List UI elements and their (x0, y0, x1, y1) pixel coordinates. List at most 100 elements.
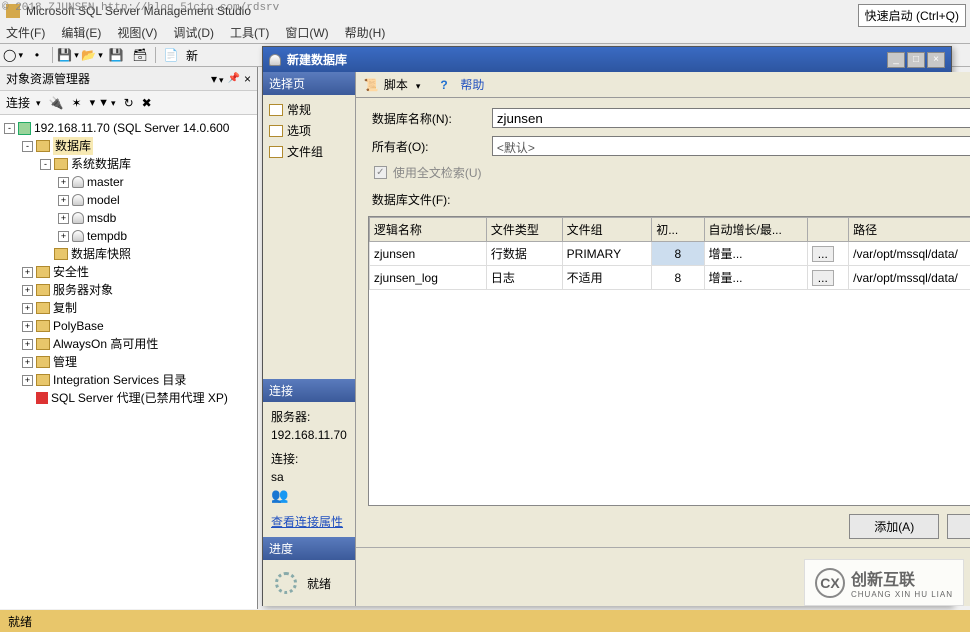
grid-cell[interactable]: 增量... (704, 242, 807, 266)
grid-header-cell[interactable]: 初... (652, 218, 704, 242)
close-button[interactable]: × (927, 52, 945, 68)
page-options[interactable]: 选项 (269, 120, 349, 141)
grid-header-cell[interactable]: 路径 (849, 218, 970, 242)
menu-file[interactable]: 文件(F) (6, 24, 45, 41)
page-list: 常规 选项 文件组 (263, 95, 355, 166)
folder-icon (36, 320, 50, 332)
minimize-button[interactable]: _ (887, 52, 905, 68)
folder-icon (36, 356, 50, 368)
tree-db-model[interactable]: +model (2, 191, 255, 209)
script-icon: 📜 (364, 78, 378, 92)
ellipsis-button[interactable]: ... (812, 270, 834, 286)
statusbar: 就绪 (0, 610, 970, 632)
tree-server[interactable]: -192.168.11.70 (SQL Server 14.0.600 (2, 119, 255, 137)
menu-edit[interactable]: 编辑(E) (61, 24, 101, 41)
grid-cell[interactable]: zjunsen_log (369, 266, 486, 290)
grid-header-cell[interactable]: 逻辑名称 (369, 218, 486, 242)
grid-cell[interactable]: 不适用 (562, 266, 652, 290)
menu-debug[interactable]: 调试(D) (173, 24, 214, 41)
add-button[interactable]: 添加(A) (849, 514, 939, 539)
table-row[interactable]: zjunsen行数据PRIMARY8增量...... /var/opt/mssql… (369, 242, 970, 266)
panel-menu-icon[interactable]: ▾ (211, 72, 224, 86)
grid-header-cell[interactable]: 文件类型 (486, 218, 562, 242)
menu-help[interactable]: 帮助(H) (345, 24, 386, 41)
grid-cell[interactable]: 8 (652, 266, 704, 290)
connect-label[interactable]: 连接 (6, 94, 30, 111)
disconnect-icon[interactable]: ✶ (72, 96, 82, 110)
save-all2-icon[interactable]: 🗃 (131, 46, 149, 64)
nav-back-icon[interactable]: ◯ (4, 46, 22, 64)
open-icon[interactable]: 📂 (83, 46, 101, 64)
tree-security[interactable]: +安全性 (2, 263, 255, 281)
object-explorer-tree[interactable]: -192.168.11.70 (SQL Server 14.0.600 -数据库… (0, 115, 257, 609)
tree-snapshots[interactable]: 数据库快照 (2, 245, 255, 263)
connect-dropdown-icon[interactable] (34, 97, 41, 109)
tree-db-msdb[interactable]: +msdb (2, 209, 255, 227)
object-explorer-toolbar: 连接 🔌 ✶ ▾ ▼ ↻ ✖ (0, 91, 257, 115)
db-files-grid[interactable]: 逻辑名称文件类型文件组初...自动增长/最... 路径 zjunsen行数据PRI… (368, 216, 970, 506)
tree-replication[interactable]: +复制 (2, 299, 255, 317)
tree-polybase[interactable]: +PolyBase (2, 317, 255, 335)
grid-cell[interactable]: /var/opt/mssql/data/ (849, 266, 970, 290)
menu-view[interactable]: 视图(V) (117, 24, 157, 41)
doc-icon[interactable]: 📄 (162, 46, 180, 64)
stop-icon[interactable]: ✖ (142, 96, 152, 110)
menu-tools[interactable]: 工具(T) (230, 24, 269, 41)
page-filegroups[interactable]: 文件组 (269, 141, 349, 162)
separator (155, 47, 156, 63)
menu-window[interactable]: 窗口(W) (285, 24, 328, 41)
dialog-right-panel: 📜 脚本 ? 帮助 数据库名称(N): 所有者(O): <默认> ... (356, 72, 970, 606)
ellipsis-button[interactable]: ... (812, 246, 834, 262)
remove-button[interactable]: 删除(R) (947, 514, 970, 539)
tree-databases[interactable]: -数据库 (2, 137, 255, 155)
close-icon[interactable]: × (244, 72, 251, 86)
table-row[interactable]: zjunsen_log日志不适用8增量...... /var/opt/mssql/… (369, 266, 970, 290)
grid-cell[interactable]: ... (807, 242, 848, 266)
grid-cell[interactable]: PRIMARY (562, 242, 652, 266)
folder-icon (54, 248, 68, 260)
tree-management[interactable]: +管理 (2, 353, 255, 371)
quickstart-box[interactable]: 快速启动 (Ctrl+Q) (858, 4, 966, 27)
object-explorer-panel: 对象资源管理器 ▾ 📌 × 连接 🔌 ✶ ▾ ▼ ↻ ✖ -192.168.11… (0, 67, 258, 609)
grid-cell[interactable]: /var/opt/mssql/data/ (849, 242, 970, 266)
tree-server-objects[interactable]: +服务器对象 (2, 281, 255, 299)
filter-icon[interactable]: ▾ ▼ (90, 96, 116, 109)
grid-cell[interactable]: 日志 (486, 266, 562, 290)
grid-header-cell[interactable]: 自动增长/最... (704, 218, 807, 242)
conn-server-label: 服务器: (271, 408, 347, 426)
grid-cell[interactable]: zjunsen (369, 242, 486, 266)
save-all-icon[interactable]: 💾 (59, 46, 77, 64)
tree-db-master[interactable]: +master (2, 173, 255, 191)
object-explorer-title-text: 对象资源管理器 (6, 70, 90, 87)
maximize-button[interactable]: □ (907, 52, 925, 68)
brand-icon: CX (815, 568, 845, 598)
new-button[interactable]: 新 (186, 47, 198, 64)
grid-cell[interactable]: 8 (652, 242, 704, 266)
tree-integration-services[interactable]: +Integration Services 目录 (2, 371, 255, 389)
save-icon[interactable]: 💾 (107, 46, 125, 64)
grid-cell[interactable]: 行数据 (486, 242, 562, 266)
refresh-icon[interactable]: ↻ (124, 96, 134, 110)
page-icon (269, 146, 283, 158)
owner-input[interactable]: <默认> (492, 136, 970, 156)
grid-header-cell[interactable]: 文件组 (562, 218, 652, 242)
plug-icon[interactable]: 🔌 (49, 96, 64, 110)
grid-cell[interactable]: 增量... (704, 266, 807, 290)
dialog-titlebar[interactable]: 新建数据库 _ □ × (263, 47, 951, 72)
nav-fwd-icon[interactable]: • (28, 46, 46, 64)
grid-header-cell[interactable] (807, 218, 848, 242)
pin-icon[interactable]: 📌 (228, 73, 240, 84)
dbname-input[interactable] (492, 108, 970, 128)
grid-cell[interactable]: ... (807, 266, 848, 290)
connection-header: 连接 (263, 379, 355, 402)
tree-sql-agent[interactable]: SQL Server 代理(已禁用代理 XP) (2, 389, 255, 407)
help-button[interactable]: 帮助 (460, 76, 484, 93)
page-general[interactable]: 常规 (269, 99, 349, 120)
view-connection-properties-link[interactable]: 查看连接属性 (271, 513, 343, 531)
script-dropdown-icon[interactable] (414, 78, 421, 92)
tree-db-tempdb[interactable]: +tempdb (2, 227, 255, 245)
select-page-header: 选择页 (263, 72, 355, 95)
tree-alwayson[interactable]: +AlwaysOn 高可用性 (2, 335, 255, 353)
script-button[interactable]: 脚本 (384, 76, 408, 93)
tree-system-dbs[interactable]: -系统数据库 (2, 155, 255, 173)
